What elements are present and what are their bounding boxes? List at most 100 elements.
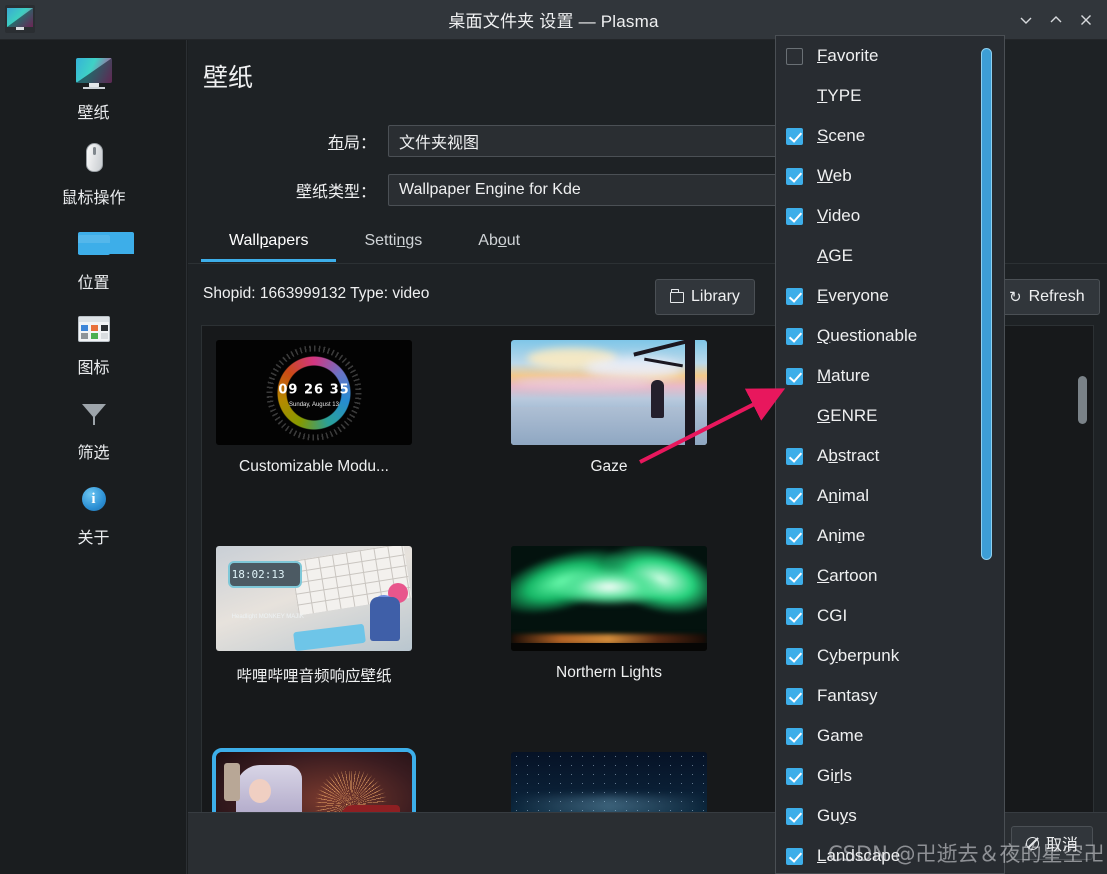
filter-option-scene[interactable]: Scene [776,116,990,156]
filter-option-checkbox[interactable] [786,488,803,505]
mouse-icon [74,139,114,179]
window-controls [1011,0,1101,40]
scrollbar-thumb[interactable] [1078,376,1087,424]
filter-option-genre[interactable]: GENRE [776,396,990,436]
filter-option-landscape[interactable]: Landscape [776,836,990,874]
wallpaper-title: Northern Lights [481,664,737,682]
filter-option-label: Guys [817,806,857,826]
filter-option-age[interactable]: AGE [776,236,990,276]
filter-option-label: Abstract [817,446,879,466]
sidebar-item-about[interactable]: i 关于 [0,471,187,556]
dropdown-scrollbar[interactable] [985,42,998,560]
filter-option-everyone[interactable]: Everyone [776,276,990,316]
filter-option-label: Web [817,166,852,186]
filter-option-checkbox[interactable] [786,208,803,225]
filter-option-label: Favorite [817,46,878,66]
filter-option-favorite[interactable]: Favorite [776,36,990,76]
filter-option-mature[interactable]: Mature [776,356,990,396]
wallpaper-type-row: 壁纸类型： Wallpaper Engine for Kde [188,174,836,206]
filter-option-checkbox[interactable] [786,728,803,745]
scrollbar-thumb[interactable] [981,48,992,560]
refresh-button[interactable]: ↻ Refresh [994,279,1100,315]
filter-option-checkbox[interactable] [786,48,803,65]
filter-option-web[interactable]: Web [776,156,990,196]
sidebar-item-mouse-actions[interactable]: 鼠标操作 [0,131,187,216]
icons-window-icon [74,309,114,349]
layout-row: 布局： 文件夹视图 [188,125,836,157]
filter-option-video[interactable]: Video [776,196,990,236]
thumbnail-clock-date: Sunday, August 13 [289,402,339,408]
filter-option-label: TYPE [817,86,861,106]
wallpaper-item[interactable]: Northern Lights [511,546,707,651]
filter-option-checkbox[interactable] [786,808,803,825]
filter-option-checkbox[interactable] [786,328,803,345]
cancel-button-label: 取消 [1046,831,1078,855]
layout-combobox[interactable]: 文件夹视图 [388,125,836,157]
wallpaper-item[interactable]: 18:02:13 Headlight MONKEY MAJIK 哔哩哔哩音频响应… [216,546,412,651]
tab-wallpapers[interactable]: Wallpapers [201,222,336,262]
filter-option-label: CGI [817,606,847,626]
thumbnail-sub-text: Headlight MONKEY MAJIK [232,614,304,620]
filter-option-game[interactable]: Game [776,716,990,756]
filter-option-label: Fantasy [817,686,877,706]
filter-option-checkbox[interactable] [786,288,803,305]
page-title: 壁纸 [203,58,253,94]
tab-about[interactable]: About [450,222,548,262]
tab-settings[interactable]: Settings [336,222,450,262]
settings-sidebar: 壁纸 鼠标操作 位置 图标 筛选 [0,40,187,874]
wallpaper-type-label: 壁纸类型： [188,178,388,202]
sidebar-item-label: 鼠标操作 [61,184,125,208]
sidebar-item-icons[interactable]: 图标 [0,301,187,386]
filter-option-abstract[interactable]: Abstract [776,436,990,476]
filter-option-checkbox[interactable] [786,608,803,625]
filter-option-checkbox[interactable] [786,648,803,665]
close-button[interactable] [1071,0,1101,40]
filter-option-label: Girls [817,766,852,786]
filter-option-checkbox[interactable] [786,848,803,865]
sidebar-item-label: 图标 [77,354,109,378]
filter-option-girls[interactable]: Girls [776,756,990,796]
filter-option-checkbox[interactable] [786,528,803,545]
filter-option-label: Landscape [817,846,900,866]
filter-option-cartoon[interactable]: Cartoon [776,556,990,596]
shopid-text: Shopid: 1663999132 Type: video [203,285,429,303]
maximize-button[interactable] [1041,0,1071,40]
wallpaper-type-combobox[interactable]: Wallpaper Engine for Kde [388,174,836,206]
filter-option-fantasy[interactable]: Fantasy [776,676,990,716]
filter-option-cgi[interactable]: CGI [776,596,990,636]
filter-option-checkbox[interactable] [786,128,803,145]
wallpaper-thumbnail [511,340,707,445]
sidebar-item-filter[interactable]: 筛选 [0,386,187,471]
library-button-label: Library [691,288,740,306]
filter-option-label: Cyberpunk [817,646,899,666]
filter-option-checkbox[interactable] [786,568,803,585]
cancel-button[interactable]: 取消 [1011,826,1093,860]
wallpaper-item[interactable]: 09 26 35 Sunday, August 13 Customizable … [216,340,412,445]
thumbnail-clock-time: 18:02:13 [232,568,285,581]
filter-option-label: Animal [817,486,869,506]
filter-option-type[interactable]: TYPE [776,76,990,116]
filter-option-checkbox[interactable] [786,768,803,785]
wallpaper-thumbnail [511,546,707,651]
minimize-button[interactable] [1011,0,1041,40]
filter-option-checkbox[interactable] [786,448,803,465]
filter-option-anime[interactable]: Anime [776,516,990,556]
info-circle-icon: i [74,479,114,519]
filter-option-checkbox[interactable] [786,168,803,185]
filter-option-label: AGE [817,246,853,266]
filter-option-animal[interactable]: Animal [776,476,990,516]
wallpaper-item[interactable]: Gaze [511,340,707,445]
wallpaper-grid-scrollbar[interactable] [1078,328,1091,842]
filter-option-guys[interactable]: Guys [776,796,990,836]
filter-option-checkbox[interactable] [786,688,803,705]
sidebar-item-wallpaper[interactable]: 壁纸 [0,46,187,131]
folder-icon [74,224,114,264]
sidebar-item-label: 筛选 [77,439,109,463]
plasma-wallpaper-icon [5,5,35,33]
filter-option-questionable[interactable]: Questionable [776,316,990,356]
filter-option-cyberpunk[interactable]: Cyberpunk [776,636,990,676]
library-button[interactable]: Library [655,279,755,315]
filter-option-checkbox[interactable] [786,368,803,385]
sidebar-item-location[interactable]: 位置 [0,216,187,301]
filter-dropdown[interactable]: Favorite TYPE Scene Web Video AGE EveryoneQues… [775,35,1005,874]
